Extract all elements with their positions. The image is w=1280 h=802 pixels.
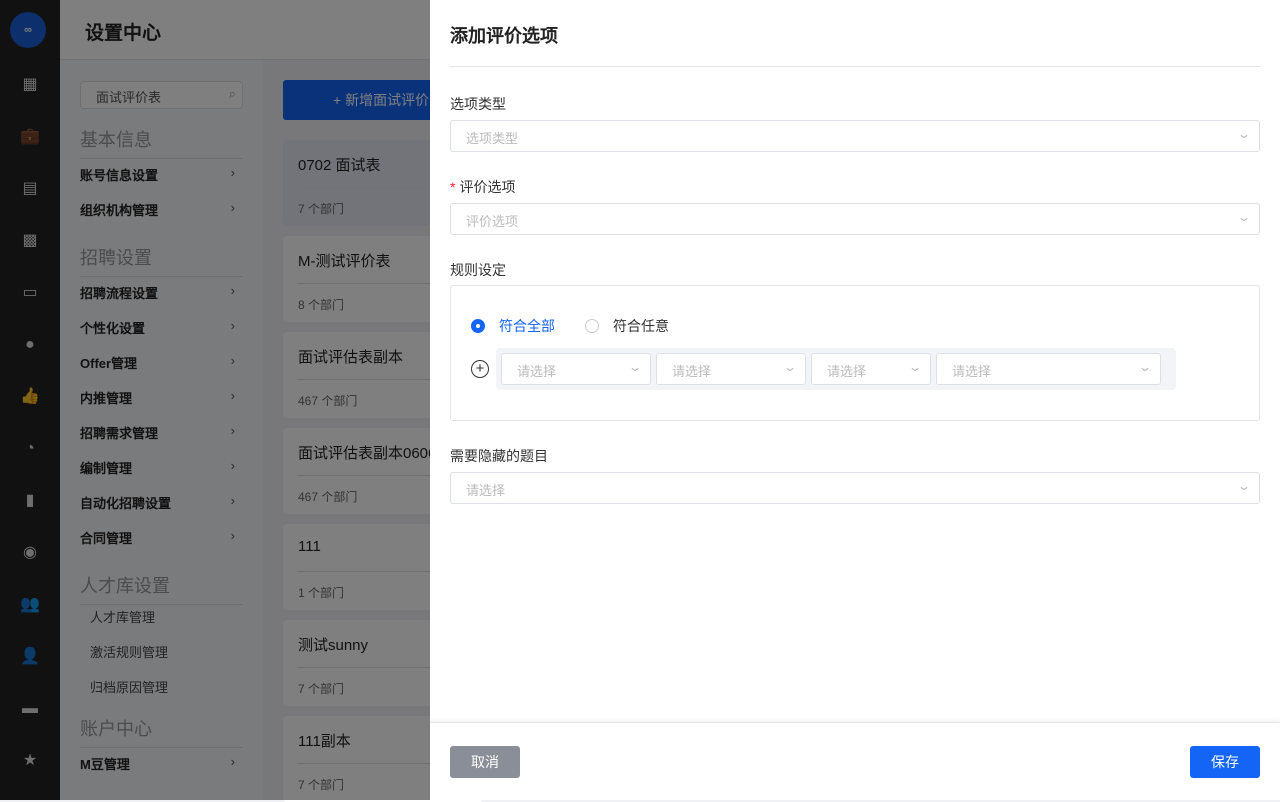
add-rule-icon[interactable]: + — [471, 360, 489, 378]
rule-field-select[interactable]: 请选择 ⌄ — [501, 353, 651, 385]
chevron-down-icon: ⌄ — [1236, 479, 1252, 493]
chevron-down-icon: ⌄ — [1236, 210, 1252, 224]
chevron-down-icon: ⌄ — [907, 360, 923, 374]
rule-row: 请选择 ⌄ 请选择 ⌄ 请选择 ⌄ 请选择 ⌄ — [496, 348, 1176, 390]
drawer-title: 添加评价选项 — [450, 26, 558, 46]
evaluation-option-select[interactable]: 评价选项 ⌄ — [450, 203, 1260, 235]
hidden-questions-label: 需要隐藏的题目 — [450, 448, 548, 464]
chevron-down-icon: ⌄ — [1137, 360, 1153, 374]
save-button[interactable]: 保存 — [1190, 746, 1260, 778]
radio-match-any[interactable]: 符合任意 — [585, 316, 669, 336]
chevron-down-icon: ⌄ — [1236, 127, 1252, 141]
rules-panel: 符合全部 符合任意 + 请选择 ⌄ 请选择 ⌄ 请选择 ⌄ 请选择 ⌄ — [450, 285, 1260, 421]
drawer-footer: 取消 保存 — [430, 722, 1280, 800]
rules-label: 规则设定 — [450, 262, 506, 278]
rule-value-select[interactable]: 请选择 ⌄ — [936, 353, 1161, 385]
rule-condition-select[interactable]: 请选择 ⌄ — [811, 353, 931, 385]
option-type-select[interactable]: 选项类型 ⌄ — [450, 120, 1260, 152]
chevron-down-icon: ⌄ — [782, 360, 798, 374]
option-label: * 评价选项 — [450, 179, 516, 195]
cancel-button[interactable]: 取消 — [450, 746, 520, 778]
modal-mask[interactable] — [0, 0, 430, 800]
divider — [450, 66, 1260, 67]
chevron-down-icon: ⌄ — [627, 360, 643, 374]
radio-match-all[interactable]: 符合全部 — [471, 316, 555, 336]
rule-operator-select[interactable]: 请选择 ⌄ — [656, 353, 806, 385]
type-label: 选项类型 — [450, 96, 506, 112]
hidden-questions-select[interactable]: 请选择 ⌄ — [450, 472, 1260, 504]
add-option-drawer: 添加评价选项 选项类型 选项类型 ⌄ * 评价选项 评价选项 ⌄ 规则设定 符合全部 … — [430, 0, 1280, 800]
